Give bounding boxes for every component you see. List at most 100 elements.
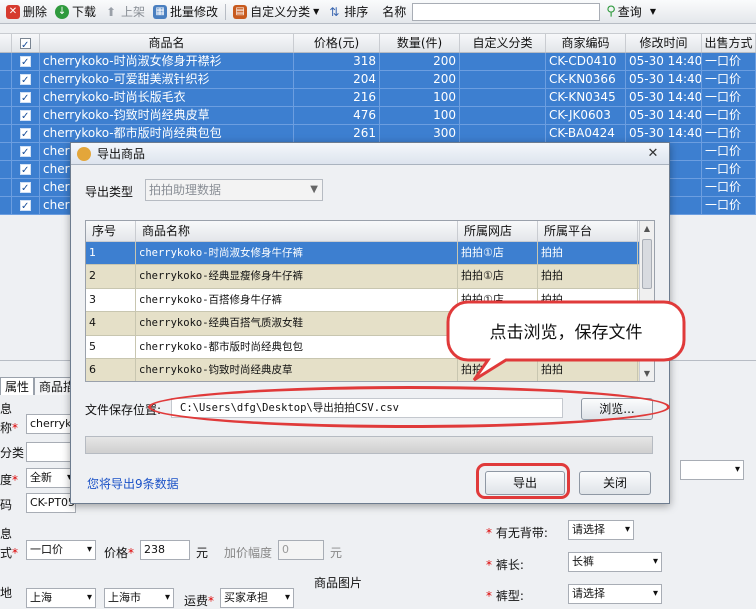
row-checkbox[interactable]	[20, 198, 31, 214]
col-time[interactable]: 修改时间	[626, 34, 702, 52]
range-input[interactable]: 0	[278, 540, 324, 560]
col-price[interactable]: 价格(元)	[294, 34, 380, 52]
download-button[interactable]: ↓ 下载	[51, 1, 100, 23]
batch-edit-icon: ▦	[153, 4, 168, 19]
row-indicator	[0, 89, 12, 106]
cell-no: 1	[86, 242, 136, 265]
code-input[interactable]: CK-PT05	[26, 493, 76, 513]
money-bag-icon	[77, 146, 91, 161]
cell-price: 261	[294, 125, 380, 142]
cell-mode: 一口价	[702, 107, 756, 124]
row-checkbox[interactable]	[20, 72, 31, 88]
title-input[interactable]: cherryko	[26, 414, 76, 434]
col-name[interactable]: 商品名	[40, 34, 294, 52]
col-mode[interactable]: 出售方式	[702, 34, 756, 52]
cell-time: 05-30 14:40	[626, 125, 702, 142]
cell-mode: 一口价	[702, 125, 756, 142]
col-no[interactable]: 序号	[86, 221, 136, 241]
browse-button[interactable]: 浏览...	[581, 398, 653, 420]
callout-text: 点击浏览，保存文件	[489, 323, 643, 343]
tab-props[interactable]: 属性	[0, 377, 35, 395]
pants-length-select[interactable]: 长裤	[568, 552, 662, 572]
table-row[interactable]: cherrykoko-都市版时尚经典包包261300 CK-BA042405-30…	[0, 125, 756, 143]
list-item[interactable]: 2 cherrykoko-经典显瘦修身牛仔裤 拍拍①店 拍拍	[86, 265, 654, 289]
row-checkbox-cell	[12, 143, 40, 160]
table-row[interactable]: cherrykoko-时尚淑女修身开襟衫318200 CK-CD041005-30…	[0, 53, 756, 71]
name-search-input[interactable]	[412, 2, 601, 21]
delete-button[interactable]: ✕ 删除	[2, 1, 51, 23]
table-row[interactable]: cherrykoko-时尚长版毛衣216100 CK-KN034505-30 14…	[0, 89, 756, 107]
row-checkbox[interactable]	[20, 144, 31, 160]
row-checkbox[interactable]	[20, 90, 31, 106]
row-indicator	[0, 143, 12, 160]
export-button[interactable]: 导出	[485, 471, 565, 495]
city-select[interactable]: 上海市	[104, 588, 174, 608]
cell-price: 318	[294, 53, 380, 70]
col-platform[interactable]: 所属平台	[538, 221, 638, 241]
sort-icon: ⇅	[329, 4, 340, 19]
cell-category	[460, 71, 546, 88]
col-category[interactable]: 自定义分类	[460, 34, 546, 52]
table-row[interactable]: cherrykoko-钧致时尚经典皮草476100 CK-JK060305-30 …	[0, 107, 756, 125]
col-qty[interactable]: 数量(件)	[380, 34, 460, 52]
condition-select[interactable]: 全新	[26, 468, 76, 488]
custom-category-button[interactable]: ▤ 自定义分类 ▼	[229, 1, 323, 23]
row-checkbox-cell	[12, 179, 40, 196]
row-indicator	[0, 197, 12, 214]
chevron-down-icon: ▼	[313, 7, 320, 16]
up-arrow-icon: ⬆	[106, 4, 117, 19]
range-label: 加价幅度	[224, 546, 273, 560]
cell-product-name: cherrykoko-时尚淑女修身牛仔裤	[136, 242, 458, 265]
col-shop[interactable]: 所属网店	[458, 221, 538, 241]
pants-shape-label: * 裤型:	[486, 589, 524, 603]
cell-time: 05-30 14:40	[626, 107, 702, 124]
row-checkbox[interactable]	[20, 108, 31, 124]
row-checkbox-cell	[12, 161, 40, 178]
select-all-checkbox[interactable]	[20, 36, 31, 52]
export-type-label: 导出类型	[85, 185, 134, 199]
chevron-down-icon: ▼	[649, 7, 656, 16]
cell-mode: 一口价	[702, 143, 756, 160]
export-type-select[interactable]: 拍拍助理数据 ▼	[145, 179, 323, 201]
col-product-name[interactable]: 商品名称	[136, 221, 458, 241]
col-code[interactable]: 商家编码	[546, 34, 626, 52]
cell-price: 476	[294, 107, 380, 124]
cell-name: cherrykoko-时尚淑女修身开襟衫	[40, 53, 294, 70]
row-checkbox-cell	[12, 125, 40, 142]
sort-button[interactable]: ⇅ 排序	[323, 1, 372, 23]
row-checkbox[interactable]	[20, 126, 31, 142]
batch-edit-button[interactable]: ▦ 批量修改	[149, 1, 222, 23]
row-checkbox[interactable]	[20, 162, 31, 178]
price-input[interactable]: 238	[140, 540, 190, 560]
query-button[interactable]: ⚲ 查询 ▼	[606, 3, 656, 20]
cell-mode: 一口价	[702, 161, 756, 178]
save-path-input[interactable]: C:\Users\dfg\Desktop\导出拍拍CSV.csv	[171, 398, 563, 418]
cell-name: cherrykoko-时尚长版毛衣	[40, 89, 294, 106]
cell-product-name: cherrykoko-都市版时尚经典包包	[136, 335, 458, 358]
range-unit: 元	[330, 546, 343, 560]
mode-select[interactable]: 一口价	[26, 540, 96, 560]
table-row[interactable]: cherrykoko-可爱甜美淑针织衫204200 CK-KN036605-30 …	[0, 71, 756, 89]
pants-shape-select[interactable]: 请选择	[568, 584, 662, 604]
shelve-button[interactable]: ⬆ 上架	[100, 1, 149, 23]
province-select[interactable]: 上海	[26, 588, 96, 608]
pants-shape-label-text: 裤型:	[495, 589, 524, 603]
close-button[interactable]: 关闭	[579, 471, 651, 495]
cell-no: 3	[86, 288, 136, 312]
strap-select[interactable]: 请选择	[568, 520, 634, 540]
row-indicator	[0, 107, 12, 124]
export-type-value: 拍拍助理数据	[149, 183, 222, 197]
delete-label: 删除	[23, 5, 48, 19]
scrollbar-thumb[interactable]	[642, 239, 652, 289]
list-item[interactable]: 1 cherrykoko-时尚淑女修身牛仔裤 拍拍①店 拍拍	[86, 242, 654, 266]
row-checkbox[interactable]	[20, 180, 31, 196]
shipping-select[interactable]: 买家承担	[220, 588, 294, 608]
row-checkbox[interactable]	[20, 54, 31, 70]
close-icon[interactable]: ✕	[645, 146, 661, 162]
batch-edit-label: 批量修改	[170, 5, 219, 19]
scroll-up-icon[interactable]: ▲	[640, 221, 654, 236]
right-select[interactable]	[680, 460, 744, 480]
export-table-header: 序号 商品名称 所属网店 所属平台	[86, 221, 654, 242]
category-input[interactable]	[26, 442, 76, 462]
download-label: 下载	[72, 5, 97, 19]
